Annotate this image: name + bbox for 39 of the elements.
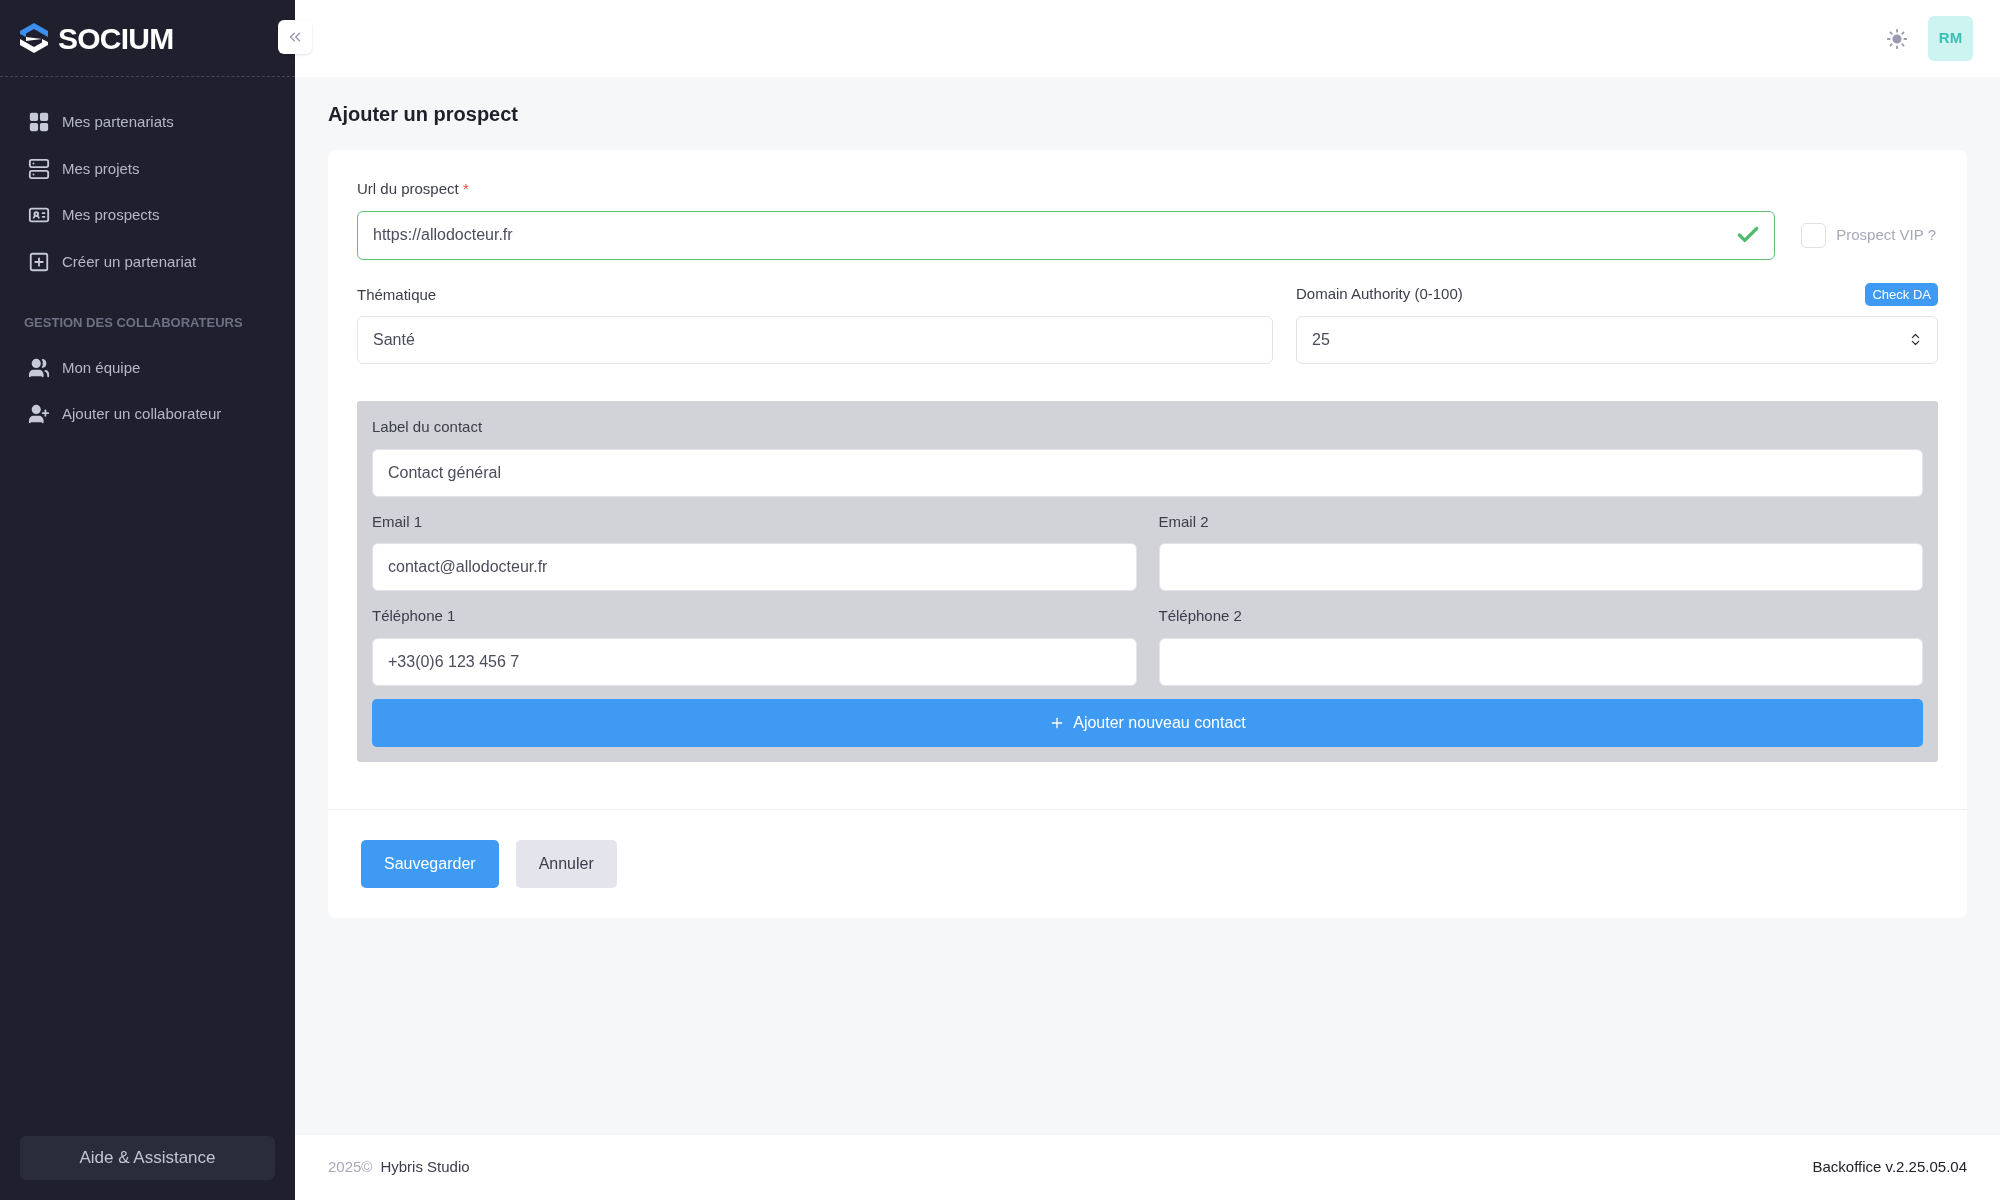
sidebar-item[interactable]: Créer un partenariat	[0, 238, 295, 285]
theme-icon[interactable]	[1886, 27, 1908, 50]
text-field[interactable]: Santé	[357, 316, 1273, 364]
text-field[interactable]: contact@allodocteur.fr	[372, 543, 1137, 591]
checkbox-label: Prospect VIP ?	[1836, 224, 1936, 245]
vip-checkbox[interactable]	[1801, 222, 1827, 248]
field-label: Label du contact	[372, 417, 484, 437]
logo-icon	[18, 22, 50, 54]
company-name: Hybris Studio	[380, 1157, 470, 1178]
field-label: Email 1	[372, 511, 424, 532]
sidebar-item[interactable]: Mes partenariats	[0, 99, 295, 146]
field-label: Téléphone 1	[372, 606, 457, 626]
grid-icon	[28, 111, 50, 134]
user-plus-icon	[28, 403, 50, 426]
copyright-year: 2025©	[328, 1157, 373, 1178]
sidebar-item[interactable]: Mes prospects	[0, 192, 295, 239]
collapse-button[interactable]	[278, 20, 312, 54]
server-icon	[28, 157, 50, 180]
cancel-button[interactable]: Annuler	[515, 839, 617, 888]
field-label: Domain Authority (0-100)	[1296, 284, 1463, 305]
brand-name: SOCIUM	[58, 20, 174, 57]
page-title: Ajouter un prospect	[328, 102, 519, 127]
text-field[interactable]	[1158, 543, 1923, 591]
sidebar-item[interactable]: Ajouter un collaborateur	[0, 391, 295, 438]
field-label: Téléphone 2	[1158, 606, 1243, 626]
help-button[interactable]: Aide & Assistance	[20, 1136, 275, 1180]
sidebar-item[interactable]: Mon équipe	[0, 344, 295, 391]
users-icon	[28, 356, 50, 379]
field-label: Thématique	[357, 284, 438, 305]
section-heading: GESTION DES COLLABORATEURS	[23, 314, 244, 332]
field-label: Url du prospect *	[357, 179, 470, 199]
version-text: Backoffice v.2.25.05.04	[1812, 1157, 1967, 1178]
text-field[interactable]: Contact général	[372, 448, 1923, 497]
text-field[interactable]: +33(0)6 123 456 7	[372, 637, 1137, 686]
field-label: Email 2	[1158, 511, 1210, 532]
number-field[interactable]: 25	[1296, 315, 1938, 364]
sidebar-item[interactable]: Mes projets	[0, 145, 295, 192]
text-field[interactable]	[1158, 637, 1923, 686]
url-field[interactable]: https://allodocteur.fr	[357, 210, 1776, 260]
